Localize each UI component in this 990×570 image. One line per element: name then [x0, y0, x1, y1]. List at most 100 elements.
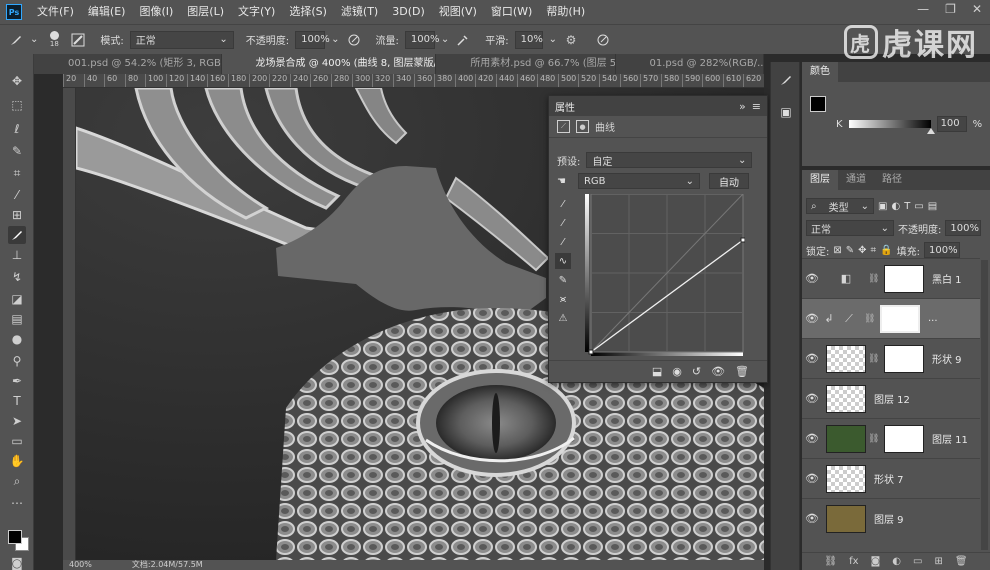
- brush-settings-icon[interactable]: [70, 32, 86, 48]
- link-icon[interactable]: ⛓: [868, 274, 879, 284]
- tab-001-psd[interactable]: 001.psd @ 54.2% (矩形 3, RGB/...×: [34, 54, 222, 74]
- curves-adjustment-icon[interactable]: ⟋: [557, 120, 570, 133]
- hand-tool-icon[interactable]: ✋: [8, 452, 26, 470]
- opacity-chevron-icon[interactable]: ⌄: [331, 34, 339, 45]
- smoothing-chevron-icon[interactable]: ⌄: [549, 34, 557, 45]
- collapse-icon[interactable]: »: [739, 100, 746, 113]
- minimize-button[interactable]: —: [917, 2, 929, 16]
- eye-icon[interactable]: 👁: [802, 312, 822, 325]
- white-point-eyedropper-icon[interactable]: ⁄: [555, 234, 571, 250]
- zoom-tool-icon[interactable]: ⌕: [8, 472, 26, 490]
- link-layers-icon[interactable]: ⛓: [824, 556, 837, 567]
- k-slider-thumb[interactable]: [926, 128, 935, 134]
- target-adjust-icon[interactable]: ☚: [557, 176, 566, 187]
- mask-thumbnail[interactable]: [884, 344, 924, 373]
- lock-position-icon[interactable]: ✥: [858, 245, 866, 256]
- properties-header[interactable]: 属性 » ≡: [549, 96, 767, 116]
- mask-thumbnail[interactable]: [884, 264, 924, 293]
- tab-dragon-scene[interactable]: 龙场景合成 @ 400% (曲线 8, 图层蒙版/8) *×: [221, 54, 437, 74]
- layer-row[interactable]: 👁 ⛓ 图层 11: [802, 418, 980, 458]
- stamp-tool-icon[interactable]: ⊥: [8, 246, 26, 264]
- curves-graph[interactable]: [585, 194, 745, 360]
- preset-select[interactable]: 自定 ⌄: [586, 152, 753, 168]
- curve-edit-icon[interactable]: ∿: [555, 253, 571, 269]
- fx-icon[interactable]: fx: [849, 556, 858, 567]
- panel-menu-icon[interactable]: ≡: [752, 100, 761, 113]
- tab-01-psd[interactable]: 01.psd @ 282%(RGB/...×: [616, 54, 764, 74]
- gray-point-eyedropper-icon[interactable]: ⁄: [555, 215, 571, 231]
- layer-row[interactable]: 👁 ⛓ 形状 9: [802, 338, 980, 378]
- move-tool-icon[interactable]: ✥: [8, 72, 26, 90]
- clipping-warning-icon[interactable]: ⚠: [555, 310, 571, 326]
- layer-name[interactable]: 图层 9: [874, 511, 904, 526]
- menu-edit[interactable]: 编辑(E): [81, 0, 133, 24]
- blur-tool-icon[interactable]: ●: [8, 330, 26, 348]
- dodge-tool-icon[interactable]: ⚲: [8, 352, 26, 370]
- smooth-curve-icon[interactable]: ⪤: [555, 291, 571, 307]
- new-adjustment-icon[interactable]: ◐: [892, 556, 901, 567]
- mask-thumbnail[interactable]: [884, 424, 924, 453]
- eye-icon[interactable]: 👁: [802, 352, 822, 365]
- menu-type[interactable]: 文字(Y): [231, 0, 282, 24]
- eye-icon[interactable]: 👁: [802, 472, 822, 485]
- mode-select[interactable]: 正常 ⌄: [129, 30, 234, 49]
- k-value-input[interactable]: 100: [936, 116, 967, 132]
- filter-smart-icon[interactable]: ▤: [928, 201, 937, 212]
- trash-icon[interactable]: 🗑: [955, 556, 968, 567]
- rectangle-tool-icon[interactable]: ▭: [8, 432, 26, 450]
- eye-icon[interactable]: 👁: [802, 272, 822, 285]
- layer-name[interactable]: 形状 9: [932, 351, 962, 366]
- type-tool-icon[interactable]: T: [8, 392, 26, 410]
- menu-file[interactable]: 文件(F): [30, 0, 81, 24]
- gradient-tool-icon[interactable]: ▤: [8, 310, 26, 328]
- eye-icon[interactable]: 👁: [802, 432, 822, 445]
- menu-image[interactable]: 图像(I): [132, 0, 180, 24]
- color-foreground-swatch[interactable]: [810, 96, 826, 112]
- foreground-color-swatch[interactable]: [8, 530, 22, 544]
- layer-row-selected[interactable]: 👁 ↲ ⟋ ⛓ ...: [802, 298, 980, 338]
- lock-all-icon[interactable]: 🔒: [880, 245, 892, 256]
- eyedropper-tool-icon[interactable]: ⁄: [8, 186, 26, 204]
- layer-mask-icon[interactable]: ●: [576, 120, 589, 133]
- auto-button[interactable]: 自动: [709, 173, 749, 189]
- close-button[interactable]: ✕: [972, 2, 982, 16]
- eraser-tool-icon[interactable]: ◪: [8, 290, 26, 308]
- tab-layers[interactable]: 图层: [802, 170, 838, 190]
- pressure-opacity-icon[interactable]: [346, 32, 362, 48]
- menu-help[interactable]: 帮助(H): [539, 0, 592, 24]
- smoothing-input[interactable]: 10%: [514, 30, 543, 49]
- layer-thumbnail[interactable]: [826, 424, 866, 453]
- crop-tool-icon[interactable]: ⌗: [8, 164, 26, 182]
- channel-select[interactable]: RGB ⌄: [577, 173, 700, 189]
- filter-shape-icon[interactable]: ▭: [914, 201, 923, 212]
- layer-row[interactable]: 👁 图层 12: [802, 378, 980, 418]
- lock-transparent-icon[interactable]: ⊠: [833, 245, 841, 256]
- layer-name[interactable]: 形状 7: [874, 471, 904, 486]
- layer-thumbnail[interactable]: [826, 344, 866, 373]
- menu-layer[interactable]: 图层(L): [180, 0, 231, 24]
- layer-filter-select[interactable]: ⌕ 类型 ⌄: [806, 198, 874, 214]
- trash-icon[interactable]: 🗑: [735, 365, 749, 378]
- menu-view[interactable]: 视图(V): [432, 0, 484, 24]
- eye-icon[interactable]: 👁: [802, 392, 822, 405]
- tab-materials-psd[interactable]: 所用素材.psd @ 66.7% (图层 5...×: [436, 54, 616, 74]
- brush-preset-chevron-icon[interactable]: ⌄: [30, 34, 38, 45]
- tab-paths[interactable]: 路径: [874, 170, 910, 190]
- layer-row[interactable]: 👁 ◧ ⛓ 黑白 1: [802, 258, 980, 298]
- pencil-draw-icon[interactable]: ✎: [555, 272, 571, 288]
- eye-icon[interactable]: 👁: [802, 512, 822, 525]
- add-mask-icon[interactable]: ◙: [871, 556, 881, 567]
- link-icon[interactable]: ⛓: [868, 354, 879, 364]
- clip-to-layer-icon[interactable]: ⬓: [652, 365, 662, 378]
- link-icon[interactable]: ⛓: [864, 314, 875, 324]
- brush-tool-icon[interactable]: [8, 32, 24, 48]
- layer-thumbnail[interactable]: [826, 384, 866, 413]
- zoom-level[interactable]: 400%: [69, 560, 92, 570]
- history-brush-tool-icon[interactable]: ↯: [8, 268, 26, 286]
- brush-size-preview[interactable]: 18: [44, 31, 64, 48]
- fill-input[interactable]: 100%: [924, 242, 961, 258]
- menu-filter[interactable]: 滤镜(T): [334, 0, 385, 24]
- flow-chevron-icon[interactable]: ⌄: [441, 34, 449, 45]
- layer-name[interactable]: 黑白 1: [932, 271, 962, 286]
- black-point-eyedropper-icon[interactable]: ⁄: [555, 196, 571, 212]
